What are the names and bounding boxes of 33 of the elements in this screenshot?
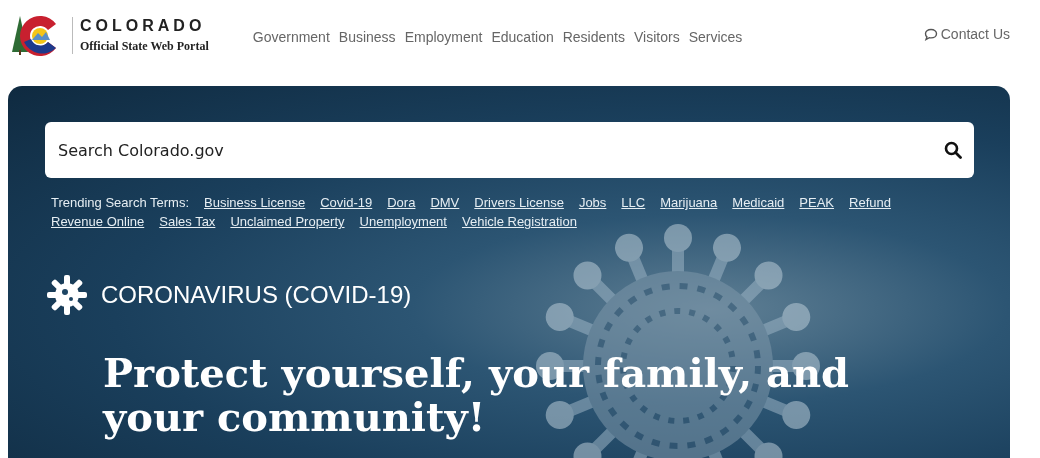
contact-link[interactable]: Contact Us — [923, 26, 1010, 42]
trending-link[interactable]: Vehicle Registration — [461, 214, 577, 229]
trending-link[interactable]: Marijuana — [660, 195, 718, 210]
search-icon — [944, 141, 962, 159]
trending-link[interactable]: Jobs — [578, 195, 607, 210]
nav-link[interactable]: Business — [338, 29, 396, 45]
speech-bubble-icon — [923, 27, 938, 41]
trending-link[interactable]: Medicaid — [732, 195, 785, 210]
trending-link[interactable]: Covid-19 — [320, 195, 373, 210]
trending-link[interactable]: Revenue Online — [51, 214, 145, 229]
virus-icon — [45, 273, 89, 317]
alert-label: CORONAVIRUS (COVID-19) — [101, 281, 412, 309]
nav-link[interactable]: Education — [491, 29, 554, 45]
trending-link[interactable]: DMV — [430, 195, 460, 210]
trending-link[interactable]: Sales Tax — [159, 214, 216, 229]
trending-label: Trending Search Terms: — [51, 195, 189, 210]
nav-link[interactable]: Services — [688, 29, 743, 45]
trending-link[interactable]: LLC — [621, 195, 646, 210]
trending-link[interactable]: PEAK — [799, 195, 835, 210]
nav-link[interactable]: Employment — [404, 29, 483, 45]
logo-subtitle: Official State Web Portal — [80, 38, 209, 54]
trending-link[interactable]: Drivers License — [474, 195, 564, 210]
nav-link[interactable]: Residents — [562, 29, 625, 45]
trending-link[interactable]: Business License — [204, 195, 306, 210]
trending-link[interactable]: Unclaimed Property — [230, 214, 345, 229]
trending-link[interactable]: Refund — [849, 195, 891, 210]
logo-title: COLORADO — [80, 16, 207, 35]
nav-link[interactable]: Government — [252, 29, 330, 45]
trending-link[interactable]: Dora — [387, 195, 416, 210]
trending-link[interactable]: Unemployment — [359, 214, 447, 229]
search-field[interactable]: Search Colorado.gov — [45, 122, 974, 178]
nav-link[interactable]: Visitors — [634, 29, 680, 45]
headline: Protect yourself, your family, and your community! — [103, 351, 850, 439]
